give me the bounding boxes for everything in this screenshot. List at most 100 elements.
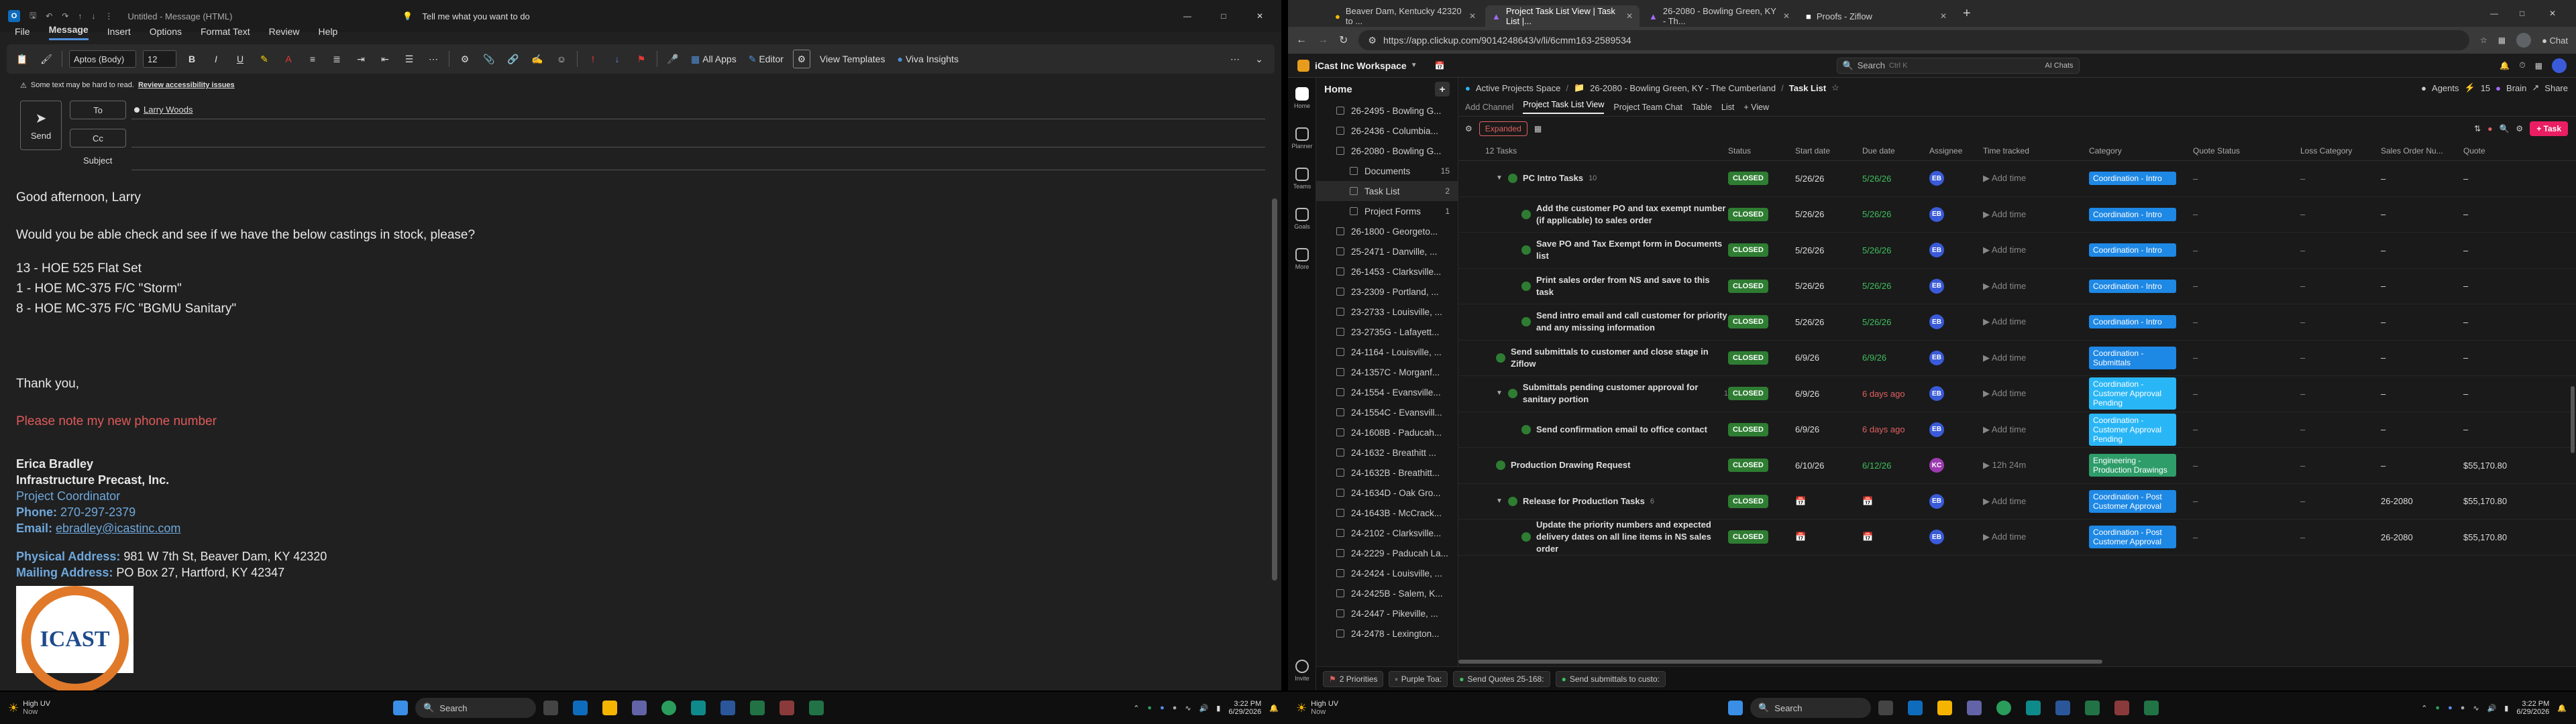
- quote-status-cell[interactable]: –: [2193, 281, 2300, 291]
- volume-icon[interactable]: 🔊: [1199, 704, 1209, 713]
- minimize-icon[interactable]: —: [1174, 11, 1201, 21]
- category-cell[interactable]: Coordination - Intro: [2089, 207, 2193, 221]
- category-tag[interactable]: Coordination - Intro: [2089, 279, 2176, 293]
- designer-icon[interactable]: ⚙: [792, 50, 810, 68]
- category-cell[interactable]: Coordination - Intro: [2089, 315, 2193, 329]
- explorer-icon[interactable]: [1933, 696, 1957, 720]
- teams-icon[interactable]: [627, 696, 651, 720]
- bullets-icon[interactable]: ≡: [304, 50, 321, 68]
- sales-order-cell[interactable]: –: [2381, 174, 2463, 184]
- assignee-cell[interactable]: EB: [1929, 314, 1983, 330]
- status-check-icon[interactable]: [1521, 209, 1531, 219]
- columns-icon[interactable]: ▦: [1534, 124, 1542, 133]
- app-tray-icon[interactable]: ●: [2461, 704, 2465, 712]
- avatar[interactable]: EB: [1929, 350, 1944, 365]
- menu-review[interactable]: Review: [269, 26, 300, 40]
- quote-cell[interactable]: $55,170.80: [2463, 532, 2507, 542]
- styles-icon[interactable]: ⚙: [456, 50, 474, 68]
- task-name-cell[interactable]: ▼ Release for Production Tasks 6: [1458, 495, 1728, 507]
- viva-insights-button[interactable]: ● Viva Insights: [894, 50, 961, 68]
- category-cell[interactable]: Coordination - Intro: [2089, 243, 2193, 257]
- quote-status-cell[interactable]: –: [2193, 461, 2300, 471]
- table-row[interactable]: Send confirmation email to office contac…: [1458, 412, 2576, 448]
- assignee-filter-icon[interactable]: ●: [2487, 124, 2492, 133]
- status-cell[interactable]: CLOSED: [1728, 494, 1795, 508]
- assignee-cell[interactable]: EB: [1929, 278, 1983, 294]
- notification-icon[interactable]: 🔔: [1269, 704, 1279, 713]
- outlook-taskbar-icon[interactable]: [1903, 696, 1927, 720]
- tray-item[interactable]: ● Send submittals to custo:: [1555, 670, 1666, 687]
- task-name[interactable]: Release for Production Tasks: [1523, 495, 1645, 507]
- rail-planner[interactable]: Planner: [1288, 118, 1316, 158]
- reload-icon[interactable]: ↻: [1339, 34, 1348, 47]
- quote-cell[interactable]: –: [2463, 209, 2504, 219]
- due-date-cell[interactable]: 5/26/26: [1862, 245, 1929, 255]
- app-icon[interactable]: [804, 696, 828, 720]
- due-date-cell[interactable]: 6 days ago: [1862, 424, 1929, 434]
- add-icon[interactable]: +: [1435, 82, 1450, 97]
- due-date-cell[interactable]: 5/26/26: [1862, 209, 1929, 219]
- start-date-cell[interactable]: 5/26/26: [1795, 209, 1862, 219]
- profile-avatar[interactable]: [2516, 33, 2532, 48]
- bold-button[interactable]: B: [183, 50, 201, 68]
- sidebar-item[interactable]: 24-1608B - Paducah...: [1316, 422, 1458, 442]
- down-arrow-icon[interactable]: ↓: [91, 11, 95, 21]
- due-date-cell[interactable]: 5/26/26: [1862, 281, 1929, 291]
- share-label[interactable]: Share: [2544, 83, 2568, 93]
- status-badge[interactable]: CLOSED: [1728, 422, 1768, 436]
- task-name-cell[interactable]: Send intro email and call customer for p…: [1458, 310, 1728, 334]
- quote-status-cell[interactable]: –: [2193, 424, 2300, 434]
- sidebar-item[interactable]: 23-2309 - Portland, ...: [1316, 282, 1458, 302]
- category-cell[interactable]: Coordination - Post Customer Approval: [2089, 526, 2193, 549]
- quote-cell[interactable]: –: [2463, 245, 2504, 255]
- tab-maps[interactable]: ● Beaver Dam, Kentucky 42320 to ... ✕: [1328, 5, 1483, 27]
- excel-icon[interactable]: [2080, 696, 2104, 720]
- due-date-cell[interactable]: 6/9/26: [1862, 353, 1929, 363]
- start-date-cell[interactable]: 5/26/26: [1795, 317, 1862, 327]
- category-tag[interactable]: Coordination - Submittals: [2089, 346, 2176, 369]
- quote-status-cell[interactable]: –: [2193, 532, 2300, 542]
- close-icon[interactable]: ✕: [1246, 11, 1273, 21]
- all-apps-button[interactable]: ▦ All Apps: [688, 50, 739, 68]
- breadcrumb-folder[interactable]: 26-2080 - Bowling Green, KY - The Cumber…: [1590, 83, 1776, 93]
- sales-order-cell[interactable]: –: [2381, 353, 2463, 363]
- app-icon[interactable]: [775, 696, 799, 720]
- status-cell[interactable]: CLOSED: [1728, 422, 1795, 436]
- status-check-icon[interactable]: [1496, 461, 1505, 471]
- task-name[interactable]: PC Intro Tasks: [1523, 172, 1583, 184]
- to-field[interactable]: Larry Woods: [131, 101, 1265, 119]
- sales-order-cell[interactable]: –: [2381, 209, 2463, 219]
- quote-status-cell[interactable]: –: [2193, 496, 2300, 506]
- workspace-name[interactable]: iCast Inc Workspace: [1315, 60, 1407, 71]
- task-name[interactable]: Print sales order from NS and save to th…: [1536, 274, 1728, 298]
- calendar-icon[interactable]: 📅: [1435, 61, 1445, 70]
- status-cell[interactable]: CLOSED: [1728, 172, 1795, 186]
- tab-task-list-view[interactable]: Project Task List View: [1523, 100, 1605, 114]
- status-check-icon[interactable]: [1521, 424, 1531, 434]
- status-badge[interactable]: CLOSED: [1728, 279, 1768, 293]
- user-avatar[interactable]: [2552, 58, 2567, 73]
- sidebar-subitem[interactable]: Task List 2: [1316, 181, 1458, 201]
- send-button[interactable]: ➤ Send: [20, 101, 62, 150]
- task-name-cell[interactable]: Update the priority numbers and expected…: [1458, 519, 1728, 555]
- category-cell[interactable]: Coordination - Customer Approval Pending: [2089, 413, 2193, 446]
- tell-me-search[interactable]: Tell me what you want to do: [422, 11, 529, 21]
- start-date-cell[interactable]: 6/10/26: [1795, 461, 1862, 471]
- app-icon[interactable]: [2139, 696, 2163, 720]
- clock[interactable]: 3:22 PM 6/29/2026: [1228, 700, 1261, 716]
- task-name[interactable]: Production Drawing Request: [1511, 459, 1630, 471]
- clickup-search[interactable]: 🔍 Search Ctrl K AI Chats: [1836, 57, 2080, 74]
- task-name-cell[interactable]: Save PO and Tax Exempt form in Documents…: [1458, 238, 1728, 262]
- underline-button[interactable]: U: [231, 50, 249, 68]
- task-name[interactable]: Submittals pending customer approval for…: [1523, 381, 1719, 406]
- format-painter-icon[interactable]: 🖌: [38, 50, 55, 68]
- tab-clickup-2[interactable]: ▲ 26-2080 - Bowling Green, KY - Th... ✕: [1642, 5, 1796, 27]
- task-name[interactable]: Save PO and Tax Exempt form in Documents…: [1536, 238, 1728, 262]
- quote-status-cell[interactable]: –: [2193, 353, 2300, 363]
- quote-status-cell[interactable]: –: [2193, 317, 2300, 327]
- close-icon[interactable]: ✕: [2549, 9, 2576, 18]
- time-tracked-cell[interactable]: ▶ Add time: [1983, 353, 2089, 363]
- sidebar-item[interactable]: 26-1453 - Clarksville...: [1316, 261, 1458, 282]
- category-cell[interactable]: Coordination - Intro: [2089, 172, 2193, 186]
- avatar[interactable]: EB: [1929, 422, 1944, 437]
